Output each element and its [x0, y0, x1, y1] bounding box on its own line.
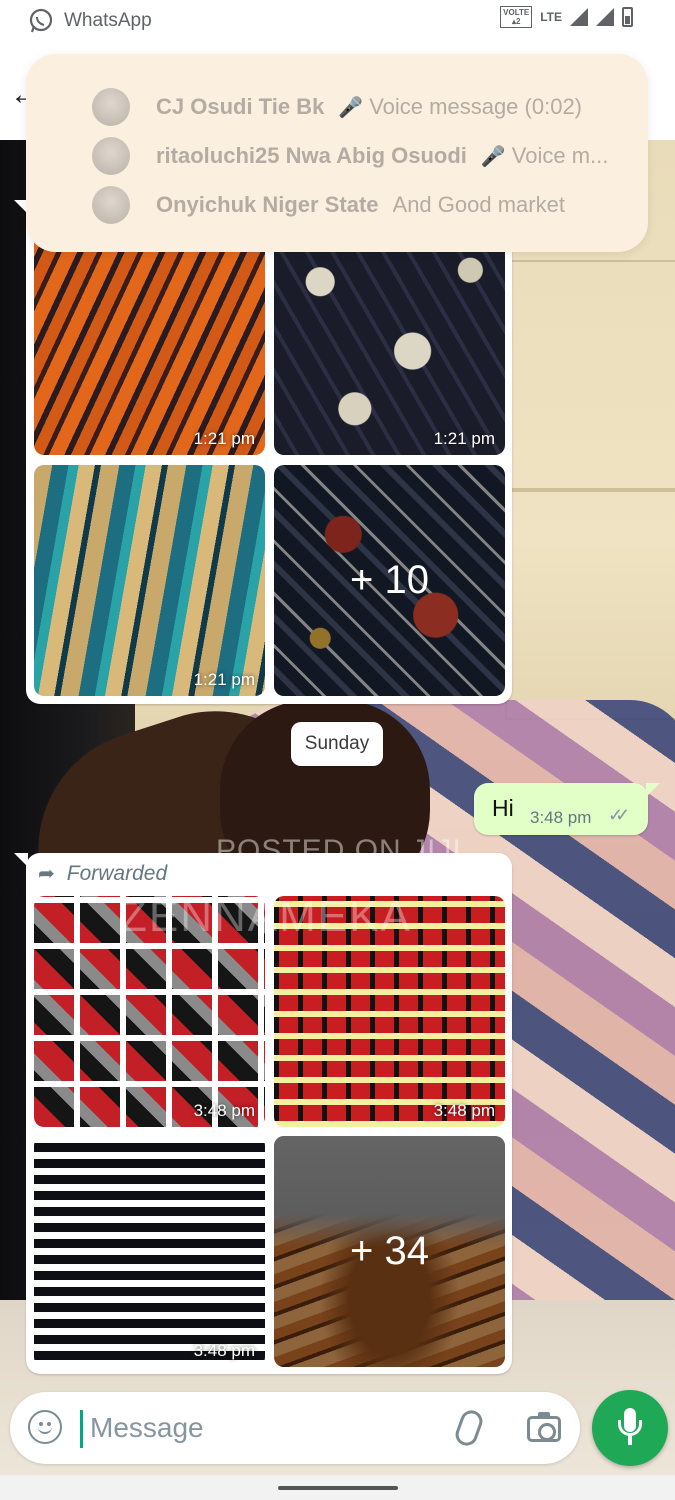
whatsapp-icon — [29, 8, 53, 33]
image-time: 1:21 pm — [193, 670, 255, 689]
double-check-icon: ✓✓ — [608, 805, 630, 825]
image-time: 3:48 pm — [193, 1101, 255, 1120]
outgoing-message[interactable]: Hi 3:48 pm ✓✓ — [474, 783, 660, 835]
notification-message: Voice m... — [511, 143, 609, 168]
image-time: 1:21 pm — [193, 429, 255, 448]
emoji-mouth — [38, 1426, 52, 1434]
incoming-image-album[interactable]: 1:21 pm 1:21 pm 1:21 pm + 10 — [14, 200, 512, 704]
notification-sender: ritaoluchi25 Nwa Abig Osuodi — [156, 143, 467, 168]
forwarded-label: Forwarded — [66, 861, 168, 885]
image-time: 1:21 pm — [433, 429, 495, 448]
notification-message: And Good market — [392, 192, 565, 217]
date-divider: Sunday — [291, 722, 383, 766]
image-time: 3:48 pm — [193, 1341, 255, 1360]
notification-sender: CJ Osudi Tie Bk — [156, 94, 325, 119]
message-text: Hi — [492, 795, 514, 821]
notification-popup[interactable]: CJ Osudi Tie Bk 🎤 Voice message (0:02) r… — [26, 54, 648, 252]
status-icons: VOLTE ▴2 LTE — [500, 6, 633, 28]
notification-sender: Onyichuk Niger State — [156, 192, 379, 217]
image-thumbnail-hexagon-fabric[interactable]: 1:21 pm — [274, 224, 505, 455]
signal-icon-2 — [596, 8, 614, 26]
forward-arrow-icon: ➦ — [38, 863, 55, 885]
message-composer — [10, 1392, 580, 1464]
notification-message: Voice message (0:02) — [369, 94, 582, 119]
wall-tile — [505, 490, 675, 720]
notification-app-name: WhatsApp — [64, 10, 152, 31]
text-caret — [80, 1410, 83, 1448]
attach-paperclip-icon[interactable] — [452, 1407, 486, 1449]
message-time: 3:48 pm — [530, 808, 592, 827]
voice-record-button[interactable] — [592, 1390, 668, 1466]
notification-item[interactable]: Onyichuk Niger State And Good market — [92, 185, 622, 225]
network-type: LTE — [540, 10, 562, 24]
wall-tile — [505, 260, 675, 490]
mic-icon-stem — [628, 1436, 632, 1445]
signal-icon — [570, 8, 588, 26]
status-bar: WhatsApp VOLTE ▴2 LTE — [0, 0, 675, 42]
image-thumbnail-more[interactable]: + 34 — [274, 1136, 505, 1367]
bubble-tail — [14, 853, 28, 867]
mic-icon-arc — [618, 1420, 642, 1436]
image-thumbnail-tiger-fabric[interactable]: 1:21 pm — [34, 224, 265, 455]
image-thumbnail-teal-fabric[interactable]: 1:21 pm — [34, 465, 265, 696]
gesture-nav-area — [0, 1475, 675, 1500]
notification-item[interactable]: CJ Osudi Tie Bk 🎤 Voice message (0:02) — [92, 87, 622, 127]
image-time: 3:48 pm — [433, 1101, 495, 1120]
avatar — [92, 137, 130, 175]
avatar — [92, 88, 130, 126]
more-images-count: + 34 — [274, 1136, 505, 1367]
message-input[interactable] — [90, 1408, 450, 1448]
emoji-icon[interactable] — [28, 1410, 62, 1444]
home-gesture-handle[interactable] — [278, 1486, 398, 1490]
avatar — [92, 186, 130, 224]
more-images-count: + 10 — [274, 465, 505, 696]
mic-icon: 🎤 — [338, 96, 364, 119]
image-thumbnail-more[interactable]: + 10 — [274, 465, 505, 696]
bubble-tail — [646, 783, 660, 797]
watermark-name: ZENNAMEKA — [120, 892, 412, 941]
camera-icon[interactable] — [527, 1412, 561, 1442]
watermark: POSTED ON JIJI — [216, 834, 462, 867]
battery-icon — [622, 7, 633, 27]
forwarded-indicator: ➦ Forwarded — [38, 861, 167, 886]
volte-icon: VOLTE ▴2 — [500, 6, 533, 28]
notification-item[interactable]: ritaoluchi25 Nwa Abig Osuodi 🎤 Voice m..… — [92, 136, 622, 176]
image-thumbnail-dash-fabric[interactable]: 3:48 pm — [34, 1136, 265, 1367]
mic-icon: 🎤 — [480, 145, 506, 168]
